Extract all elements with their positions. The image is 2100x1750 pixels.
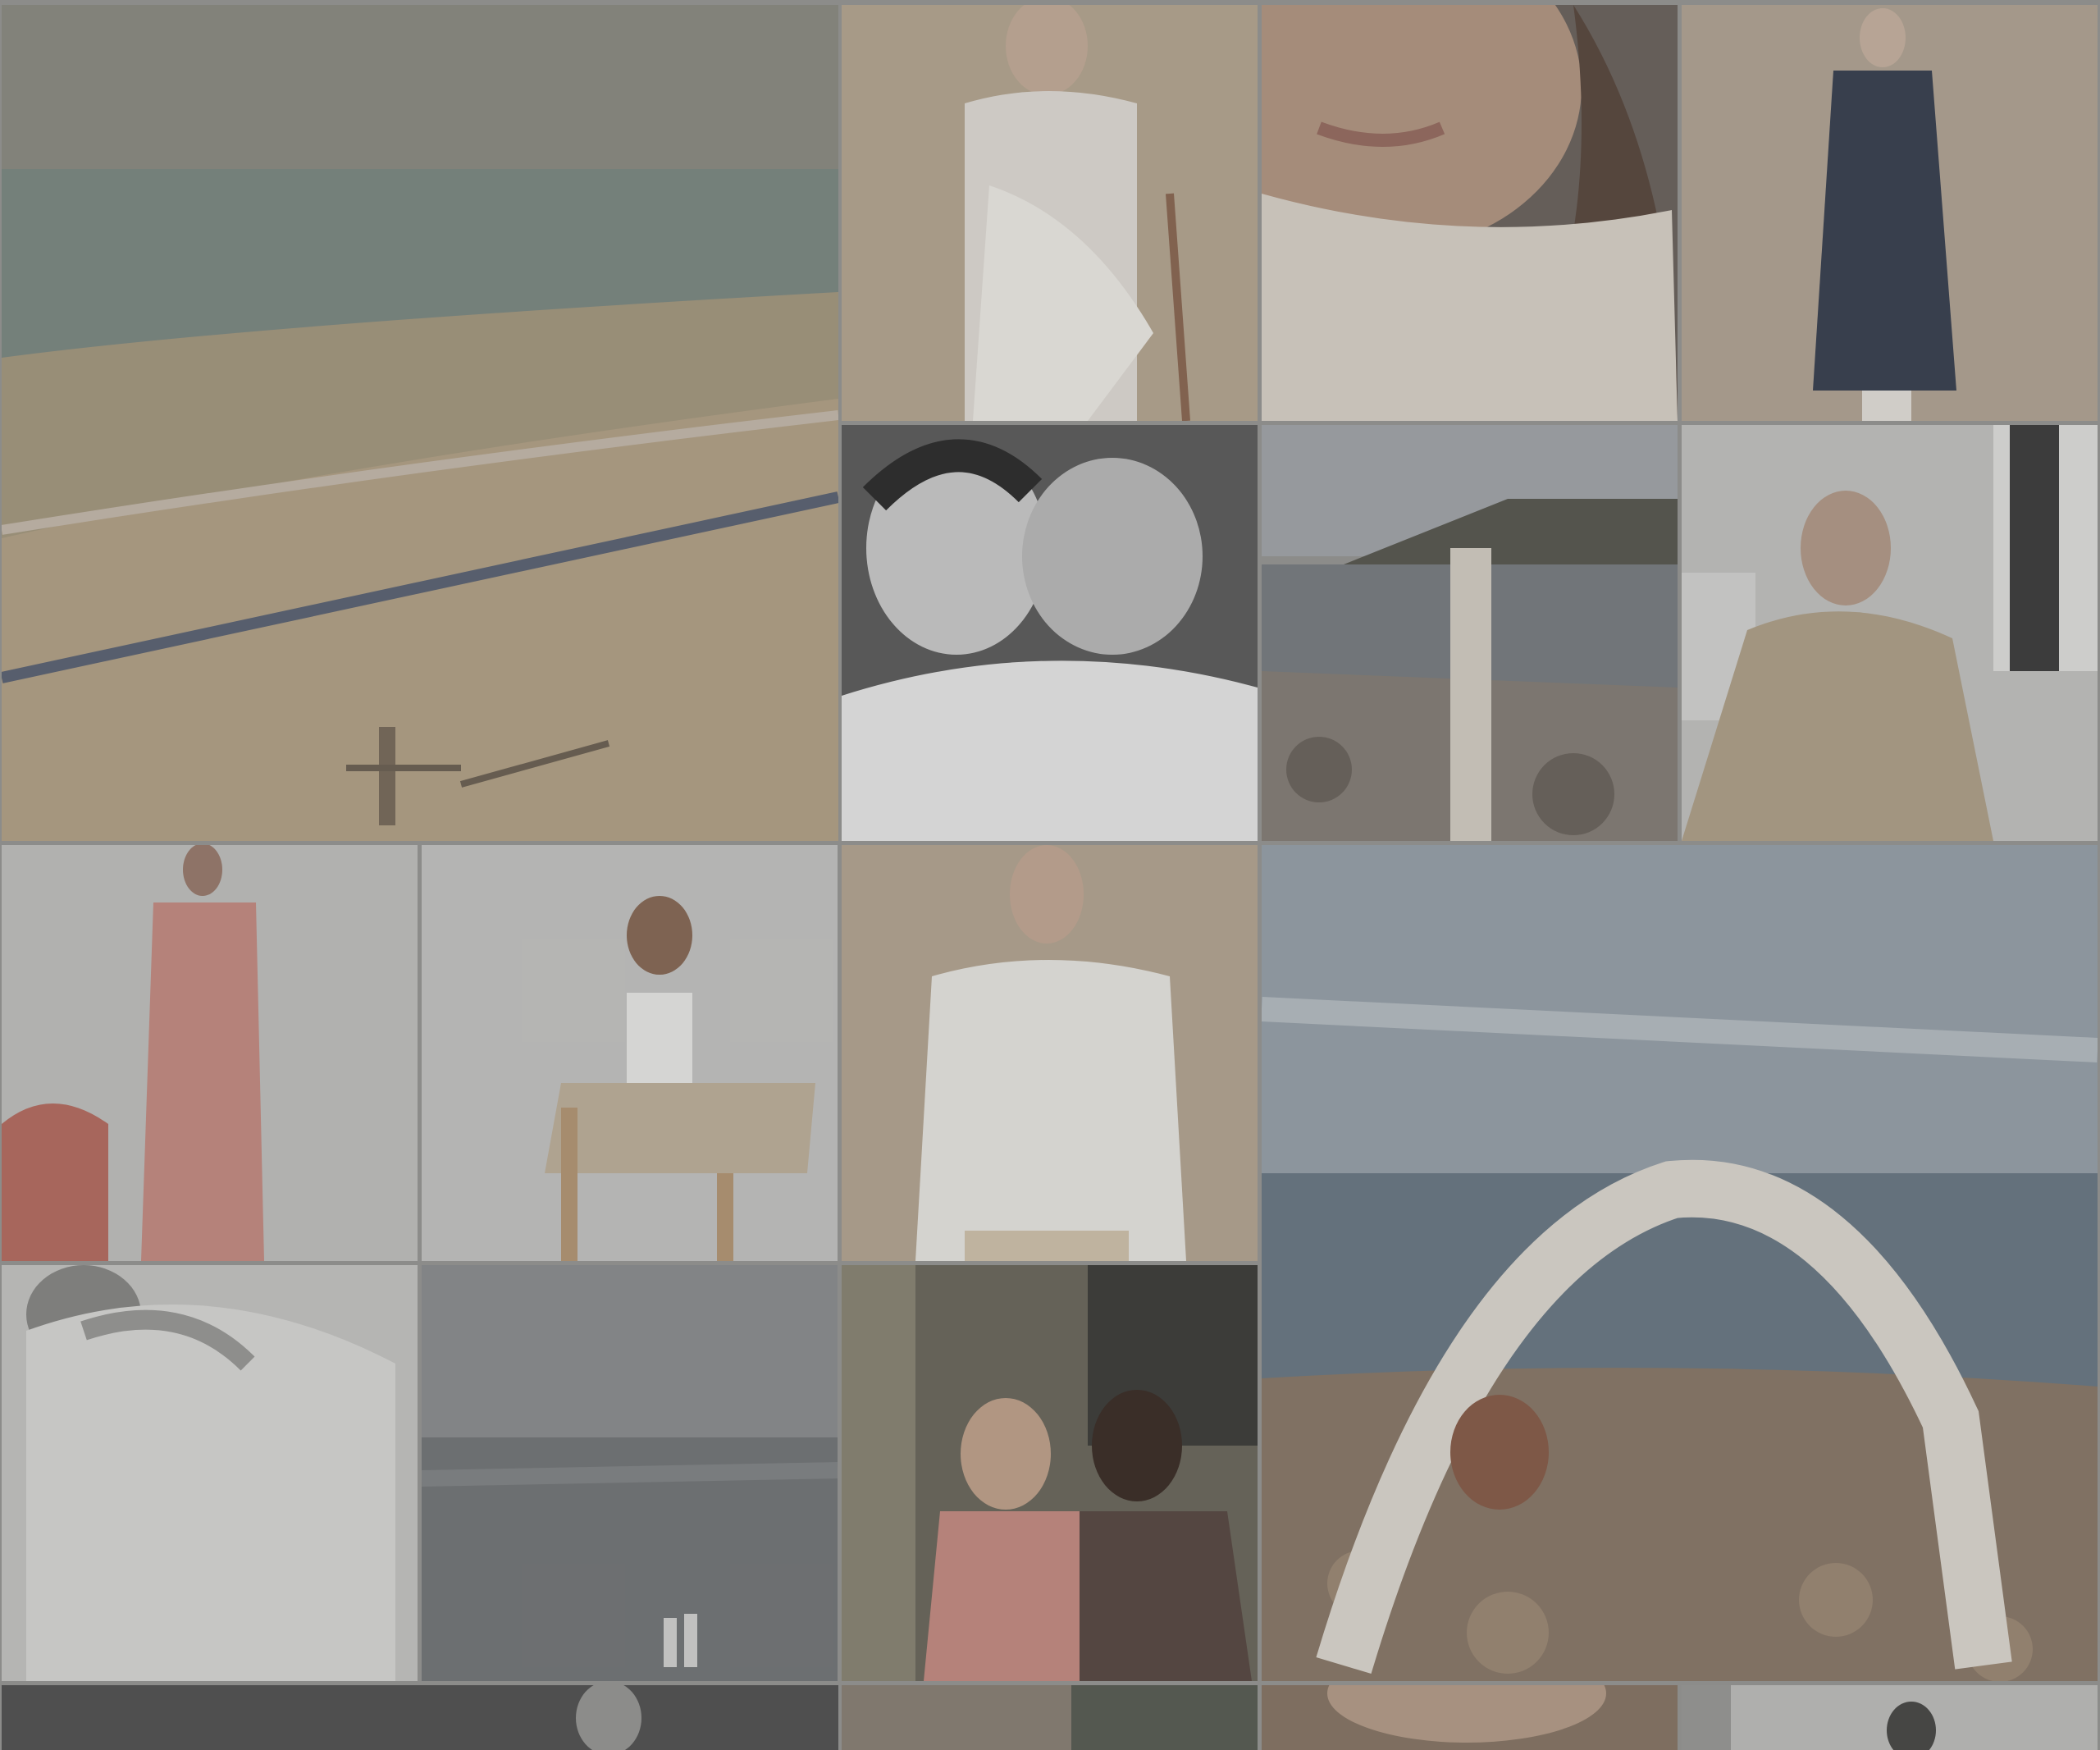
partial-face-image — [1262, 1685, 1678, 1750]
gallery-tile-partial-studio[interactable] — [1682, 1685, 2098, 1750]
gallery-tile-model-navy-trench[interactable] — [1682, 5, 2098, 421]
gallery-tile-model-beige-trench[interactable] — [1682, 425, 2098, 841]
navy-trench-image — [1682, 5, 2098, 421]
gallery-tile-seascape-two-figures[interactable] — [422, 1265, 838, 1681]
white-shirt-image — [842, 845, 1258, 1261]
gallery-tile-partial-dark[interactable] — [2, 1685, 838, 1750]
beach-shoreline-image — [2, 5, 838, 841]
gallery-tile-model-pink-suit[interactable] — [2, 845, 418, 1261]
gallery-tile-closeup-face-knit[interactable] — [1262, 5, 1678, 421]
closeup-face-image — [1262, 5, 1678, 421]
gallery-tile-partial-face[interactable] — [1262, 1685, 1678, 1750]
gallery-tile-woman-rocky-coast[interactable] — [1262, 425, 1678, 841]
two-models-bw-image — [842, 425, 1258, 841]
gallery-tile-couple-embrace[interactable] — [2, 1265, 418, 1681]
gallery-tile-beach-shoreline[interactable] — [2, 5, 838, 841]
gallery-tile-woman-backbend-beach[interactable] — [1262, 845, 2098, 1681]
gallery-tile-model-seated-chair[interactable] — [422, 845, 838, 1261]
rocky-coast-image — [1262, 425, 1678, 841]
backbend-beach-image — [1262, 845, 2098, 1681]
partial-window-image — [842, 1685, 1258, 1750]
gallery-tile-model-seated-white-dress[interactable] — [842, 5, 1258, 421]
gallery-tile-model-white-shirt[interactable] — [842, 845, 1258, 1261]
seated-chair-image — [422, 845, 838, 1261]
couple-embrace-image — [2, 1265, 418, 1681]
gallery-tile-two-women-street[interactable] — [842, 1265, 1258, 1681]
street-women-image — [842, 1265, 1258, 1681]
partial-dark-image — [2, 1685, 838, 1750]
beige-trench-image — [1682, 425, 2098, 841]
model-seated-image — [842, 5, 1258, 421]
gallery-tile-two-models-laughing[interactable] — [842, 425, 1258, 841]
pink-suit-image — [2, 845, 418, 1261]
seascape-image — [422, 1265, 838, 1681]
photo-gallery-grid — [0, 0, 2100, 1750]
gallery-tile-partial-window[interactable] — [842, 1685, 1258, 1750]
partial-studio-image — [1682, 1685, 2098, 1750]
